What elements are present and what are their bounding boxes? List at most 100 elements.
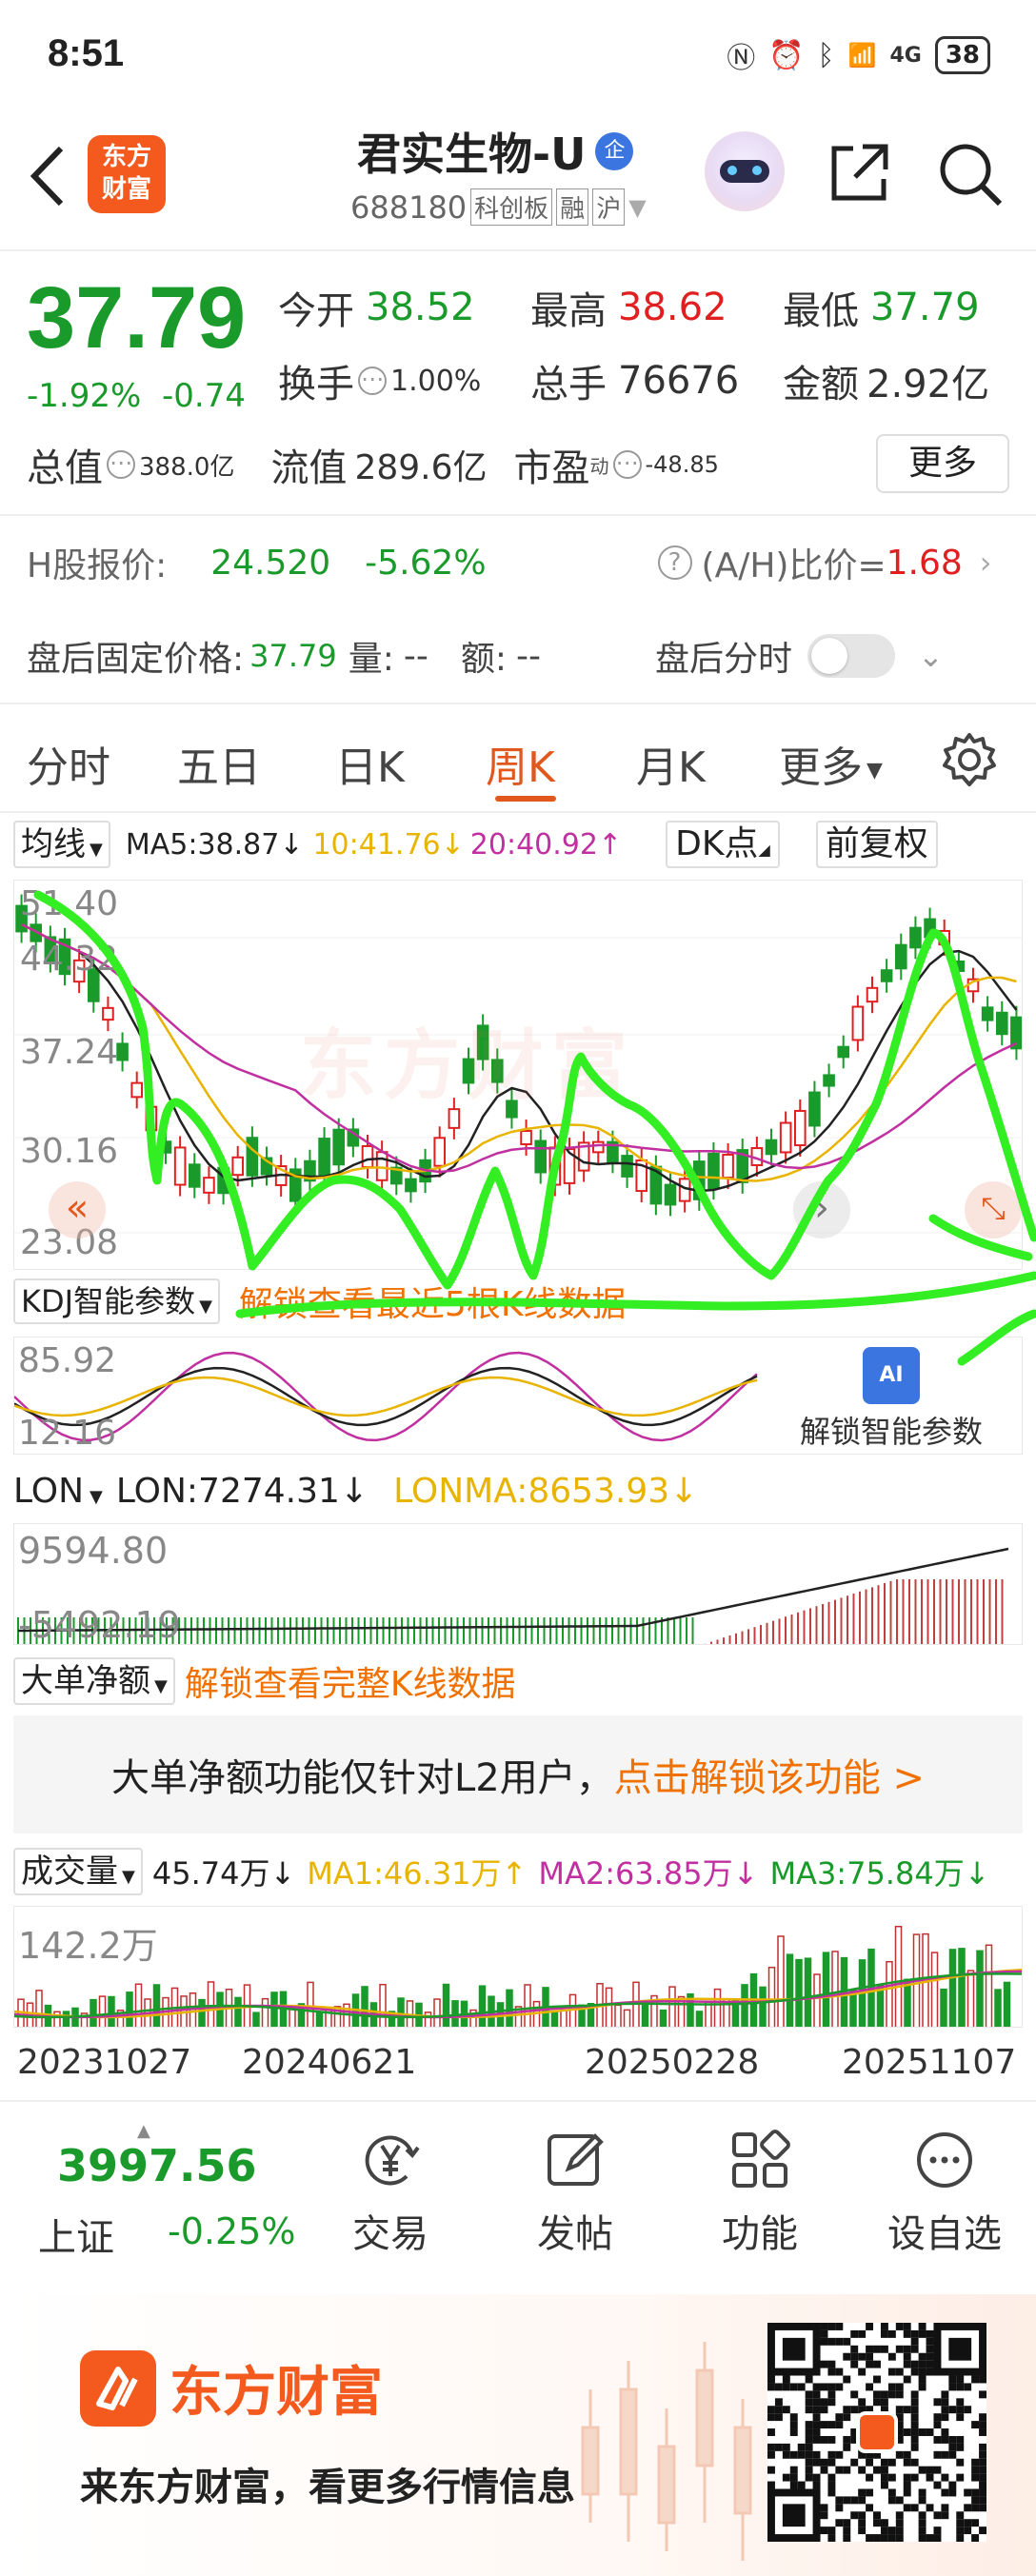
eastmoney-logo[interactable]: 东方 财富 (88, 135, 166, 213)
nfc-icon: Ⓝ (727, 42, 756, 75)
more-button[interactable]: 更多 (876, 434, 1009, 493)
qr-module (782, 2383, 790, 2391)
nav-post[interactable]: 发帖 (518, 2127, 632, 2258)
volume-bar (270, 1991, 278, 2027)
qr-module (880, 2323, 888, 2330)
nav-add-watchlist[interactable]: 设自选 (868, 2127, 1021, 2258)
qr-module (843, 2519, 851, 2527)
adjust-button[interactable]: 前复权 (815, 821, 938, 868)
lon-value: LON:7274.31↓ (115, 1471, 369, 1511)
qr-module (843, 2443, 851, 2451)
big-order-selector[interactable]: 大单净额 ▼ (13, 1657, 175, 1705)
h-share-row[interactable]: H股报价: 24.520 -5.62% ? (A/H)比价= 1.68 › (27, 539, 1017, 586)
qr-module (866, 2352, 874, 2361)
kline-chart[interactable]: 东方财富 51.40 44.32 37.24 30.16 23.08 « › ⤡ (13, 880, 1023, 1270)
qr-module (843, 2534, 851, 2542)
qr-module (880, 2481, 888, 2489)
kdj-y-top: 85.92 (18, 1341, 117, 1380)
date-label-2: 20240621 (242, 2043, 417, 2082)
qr-module (979, 2496, 986, 2505)
qr-module (797, 2383, 806, 2391)
back-icon[interactable] (27, 143, 69, 209)
volume-chart: 142.2万 (13, 1906, 1023, 2028)
qr-module (880, 2398, 888, 2407)
qr-module (887, 2473, 896, 2482)
info-icon[interactable]: ⋯ (612, 450, 642, 479)
volume-ma1: MA1:46.31万↑ (307, 1855, 528, 1892)
qr-module (827, 2450, 836, 2459)
qr-module (873, 2360, 881, 2368)
kline-unlock-link[interactable]: 解锁查看最近5根K线数据 (239, 1277, 627, 1326)
chevron-down-icon[interactable]: ⌄ (918, 638, 944, 674)
nav-functions[interactable]: 功能 (703, 2127, 817, 2258)
qr-module (941, 2428, 949, 2436)
edit-icon (548, 2133, 604, 2186)
qr-module (820, 2329, 828, 2338)
qr-module (918, 2488, 926, 2497)
kdj-chart: 85.92 12.16 AI 解锁智能参数 (13, 1337, 1023, 1455)
scroll-left-button[interactable]: « (49, 1181, 106, 1238)
lon-selector[interactable]: LON ▼ (13, 1472, 103, 1511)
qr-module (918, 2496, 926, 2505)
qr-module (812, 2435, 821, 2444)
quote-panel: 37.79 -1.92% -0.74 今开 38.52 最高 38.62 最低 37.… (0, 253, 1036, 510)
qr-module (948, 2406, 957, 2414)
info-icon[interactable]: ⋯ (358, 367, 387, 395)
ma20-value: 20:40.92↑ (469, 827, 623, 862)
l2-unlock-link[interactable]: 点击解锁该功能 > (614, 1747, 925, 1802)
lon-y-bottom: -5492.19 (18, 1604, 181, 1645)
volume-bar (786, 1953, 794, 2027)
after-hours-toggle[interactable] (807, 634, 896, 678)
kdj-selector[interactable]: KDJ智能参数 ▼ (13, 1278, 220, 1324)
volume-bar (307, 1981, 314, 2027)
nav-trade[interactable]: 交易 (333, 2127, 448, 2258)
ma-selector[interactable]: 均线 ▼ (13, 821, 110, 868)
volume-bar (994, 1989, 1002, 2027)
l2-notice-banner[interactable]: 大单净额功能仅针对L2用户， 点击解锁该功能 > (13, 1715, 1023, 1833)
lon-y-top: 9594.80 (18, 1530, 169, 1572)
index-widget[interactable]: ▲ 3997.56 上证 -0.25% (38, 2121, 314, 2264)
qr-module (918, 2368, 926, 2376)
search-icon[interactable] (935, 139, 1006, 209)
volume-label: 总手 (530, 363, 607, 406)
qr-module (956, 2398, 965, 2407)
chevron-down-icon[interactable]: ▼ (628, 194, 646, 221)
qr-module (926, 2352, 934, 2361)
settings-gear-icon[interactable] (939, 729, 1000, 790)
scroll-right-button[interactable]: › (793, 1181, 850, 1238)
volume-selector[interactable]: 成交量 ▼ (13, 1848, 143, 1895)
tab-timeshare[interactable]: 分时 (27, 733, 110, 794)
tab-monthly-k[interactable]: 月K (636, 733, 706, 794)
qr-module (858, 2496, 867, 2505)
qr-module (827, 2383, 836, 2391)
tab-five-day[interactable]: 五日 (177, 733, 261, 794)
help-icon[interactable]: ? (657, 545, 692, 580)
qr-module (835, 2450, 844, 2459)
qr-module (820, 2360, 828, 2368)
tab-more[interactable]: 更多 ▼ (779, 733, 883, 794)
qr-module (956, 2435, 965, 2444)
qr-code[interactable] (767, 2323, 986, 2542)
pe-dynamic-sup: 动 (589, 454, 609, 478)
big-order-unlock-link[interactable]: 解锁查看完整K线数据 (185, 1656, 516, 1706)
robot-avatar[interactable] (705, 131, 785, 211)
qr-module (971, 2488, 980, 2497)
expand-icon[interactable]: ⤡ (965, 1181, 1022, 1238)
share-icon[interactable] (825, 139, 893, 208)
volume-ma3: MA3:75.84万↓ (769, 1855, 990, 1892)
stock-title-row: 君实生物-U 企 (357, 120, 634, 183)
candle-body (880, 969, 893, 982)
stock-code-row: 688180 科创板 融 沪 ▼ (350, 188, 647, 226)
tab-daily-k[interactable]: 日K (335, 733, 405, 794)
y-tick-1: 51.40 (20, 884, 119, 923)
chevron-right-icon[interactable]: › (980, 545, 992, 581)
dk-point-button[interactable]: DK点◢ (666, 821, 780, 868)
info-icon[interactable]: ⋯ (107, 450, 135, 479)
kdj-unlock-overlay[interactable]: AI 解锁智能参数 (759, 1338, 1022, 1454)
candle-body (332, 1128, 346, 1166)
tab-weekly-k[interactable]: 周K (486, 733, 555, 794)
volume-bar (804, 1957, 812, 2027)
qr-module (910, 2435, 919, 2444)
qr-module (918, 2519, 926, 2527)
qr-module (971, 2519, 980, 2527)
